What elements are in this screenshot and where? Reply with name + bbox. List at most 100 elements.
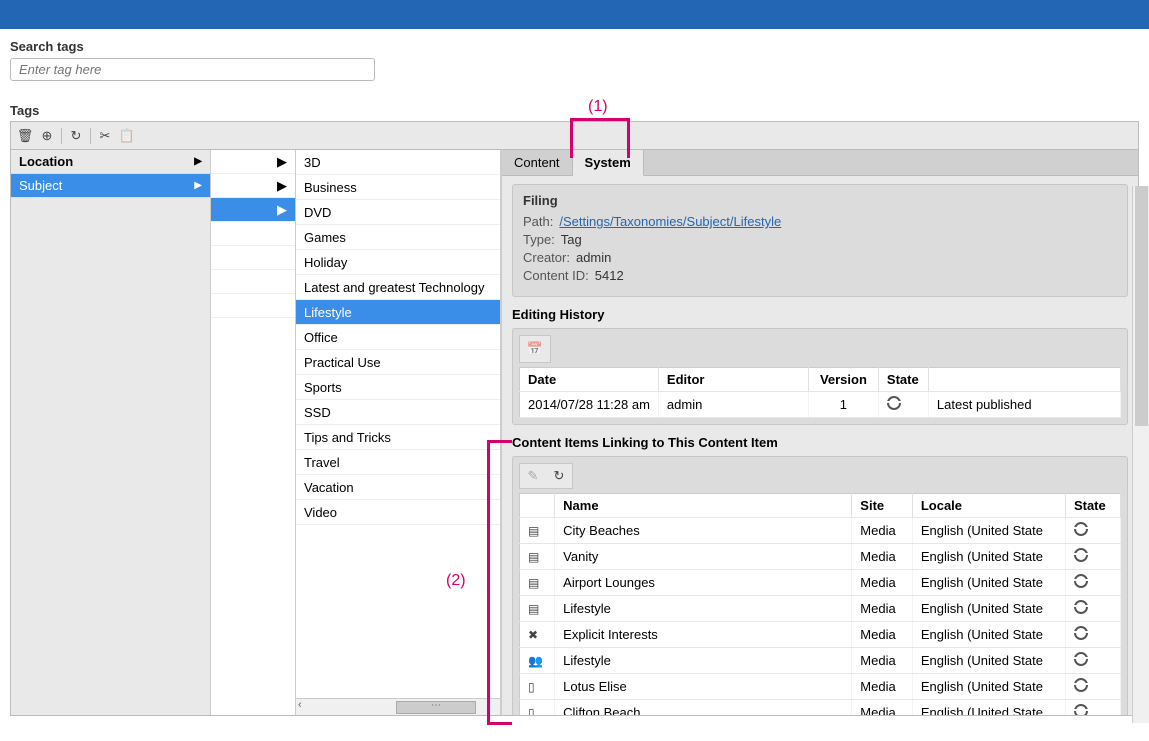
tag-row[interactable]: Tips and Tricks <box>296 425 500 450</box>
row-type-icon: ✖ <box>520 622 555 648</box>
tags-panel: 🗑 ⊕ ↻ ✂ 📋 Location ▶ Subject ▶ ▶ ▶ ▶ <box>10 121 1139 716</box>
table-row[interactable]: ▯Lotus EliseMediaEnglish (United State <box>520 674 1121 700</box>
cell-locale: English (United State <box>912 674 1065 700</box>
globe-icon <box>1074 678 1088 692</box>
col-icon[interactable] <box>520 494 555 518</box>
paste-icon[interactable]: 📋 <box>119 128 135 144</box>
col-date[interactable]: Date <box>520 368 659 392</box>
cell-locale: English (United State <box>912 518 1065 544</box>
horizontal-scrollbar[interactable] <box>296 698 500 715</box>
tag-row[interactable]: Sports <box>296 375 500 400</box>
history-title: Editing History <box>512 307 1128 322</box>
scrollbar-thumb[interactable] <box>1135 186 1148 426</box>
subcategory-row[interactable]: ▶ <box>211 198 295 222</box>
tags-label: Tags <box>0 103 1149 118</box>
col-editor[interactable]: Editor <box>658 368 808 392</box>
col-extra[interactable] <box>928 368 1120 392</box>
col-site[interactable]: Site <box>852 494 913 518</box>
tag-row[interactable]: SSD <box>296 400 500 425</box>
cell-state <box>1065 570 1120 596</box>
tag-row[interactable]: 3D <box>296 150 500 175</box>
type-value: Tag <box>561 232 582 247</box>
toolbar-separator <box>61 128 62 144</box>
col-name[interactable]: Name <box>555 494 852 518</box>
search-input[interactable] <box>10 58 375 81</box>
subcategory-row[interactable] <box>211 294 295 318</box>
tag-row[interactable]: Holiday <box>296 250 500 275</box>
cell-site: Media <box>852 518 913 544</box>
cell-site: Media <box>852 570 913 596</box>
table-row[interactable]: 2014/07/28 11:28 amadmin1Latest publishe… <box>520 392 1121 418</box>
type-label: Type: <box>523 232 555 247</box>
category-location[interactable]: Location ▶ <box>11 150 210 174</box>
cell-date: 2014/07/28 11:28 am <box>520 392 659 418</box>
calendar-icon[interactable]: 📅 <box>527 341 543 357</box>
globe-icon <box>1074 600 1088 614</box>
tag-row[interactable]: Business <box>296 175 500 200</box>
table-row[interactable]: 👥LifestyleMediaEnglish (United State <box>520 648 1121 674</box>
detail-column: Content System Filing Path:/Settings/Tax… <box>501 150 1138 715</box>
category-label: Location <box>19 154 73 169</box>
cell-name: Explicit Interests <box>555 622 852 648</box>
refresh-icon[interactable]: ↻ <box>68 128 84 144</box>
globe-icon <box>1074 704 1088 715</box>
path-value[interactable]: /Settings/Taxonomies/Subject/Lifestyle <box>559 214 781 229</box>
cell-locale: English (United State <box>912 622 1065 648</box>
table-row[interactable]: ▤VanityMediaEnglish (United State <box>520 544 1121 570</box>
cell-locale: English (United State <box>912 570 1065 596</box>
col-locale[interactable]: Locale <box>912 494 1065 518</box>
refresh-icon[interactable]: ↻ <box>551 468 567 484</box>
tab-content[interactable]: Content <box>502 150 573 175</box>
scrollbar-thumb[interactable] <box>396 701 476 714</box>
vertical-scrollbar[interactable] <box>1132 186 1149 723</box>
category-subject[interactable]: Subject ▶ <box>11 174 210 198</box>
table-row[interactable]: ▤City BeachesMediaEnglish (United State <box>520 518 1121 544</box>
subcategory-row[interactable] <box>211 270 295 294</box>
cell-state <box>1065 544 1120 570</box>
subcategory-row[interactable] <box>211 222 295 246</box>
tag-row[interactable]: Vacation <box>296 475 500 500</box>
globe-icon <box>1074 574 1088 588</box>
tag-row[interactable]: Practical Use <box>296 350 500 375</box>
history-table: Date Editor Version State 2014/07/28 11:… <box>519 367 1121 418</box>
search-label: Search tags <box>10 39 1139 54</box>
tag-row[interactable]: Lifestyle <box>296 300 500 325</box>
tag-row[interactable]: Latest and greatest Technology <box>296 275 500 300</box>
path-label: Path: <box>523 214 553 229</box>
globe-icon <box>1074 522 1088 536</box>
add-tag-icon[interactable]: ⊕ <box>39 128 55 144</box>
cell-name: Vanity <box>555 544 852 570</box>
col-state[interactable]: State <box>1065 494 1120 518</box>
row-type-icon: 👥 <box>520 648 555 674</box>
delete-icon[interactable]: 🗑 <box>17 128 33 144</box>
app-title-bar <box>0 0 1149 29</box>
category-column: Location ▶ Subject ▶ <box>11 150 211 715</box>
tag-row[interactable]: Office <box>296 325 500 350</box>
cell-state <box>1065 648 1120 674</box>
subcategory-row[interactable] <box>211 246 295 270</box>
cell-version: 1 <box>808 392 878 418</box>
tag-row[interactable]: Travel <box>296 450 500 475</box>
table-row[interactable]: ✖Explicit InterestsMediaEnglish (United … <box>520 622 1121 648</box>
filing-panel: Filing Path:/Settings/Taxonomies/Subject… <box>512 184 1128 297</box>
cut-icon[interactable]: ✂ <box>97 128 113 144</box>
chevron-right-icon: ▶ <box>194 156 202 167</box>
col-version[interactable]: Version <box>808 368 878 392</box>
edit-icon[interactable]: ✎ <box>525 468 541 484</box>
subcategory-row[interactable]: ▶ <box>211 174 295 198</box>
table-row[interactable]: ▤Airport LoungesMediaEnglish (United Sta… <box>520 570 1121 596</box>
linking-table: Name Site Locale State ▤City BeachesMedi… <box>519 493 1121 715</box>
category-label: Subject <box>19 178 62 193</box>
table-row[interactable]: ▯Clifton BeachMediaEnglish (United State <box>520 700 1121 716</box>
cell-site: Media <box>852 622 913 648</box>
table-row[interactable]: ▤LifestyleMediaEnglish (United State <box>520 596 1121 622</box>
tab-system[interactable]: System <box>573 150 644 176</box>
tag-row[interactable]: Video <box>296 500 500 525</box>
subcategory-row[interactable]: ▶ <box>211 150 295 174</box>
col-state[interactable]: State <box>878 368 928 392</box>
row-type-icon: ▤ <box>520 596 555 622</box>
chevron-right-icon: ▶ <box>194 180 202 191</box>
tag-row[interactable]: DVD <box>296 200 500 225</box>
tag-row[interactable]: Games <box>296 225 500 250</box>
cell-locale: English (United State <box>912 648 1065 674</box>
